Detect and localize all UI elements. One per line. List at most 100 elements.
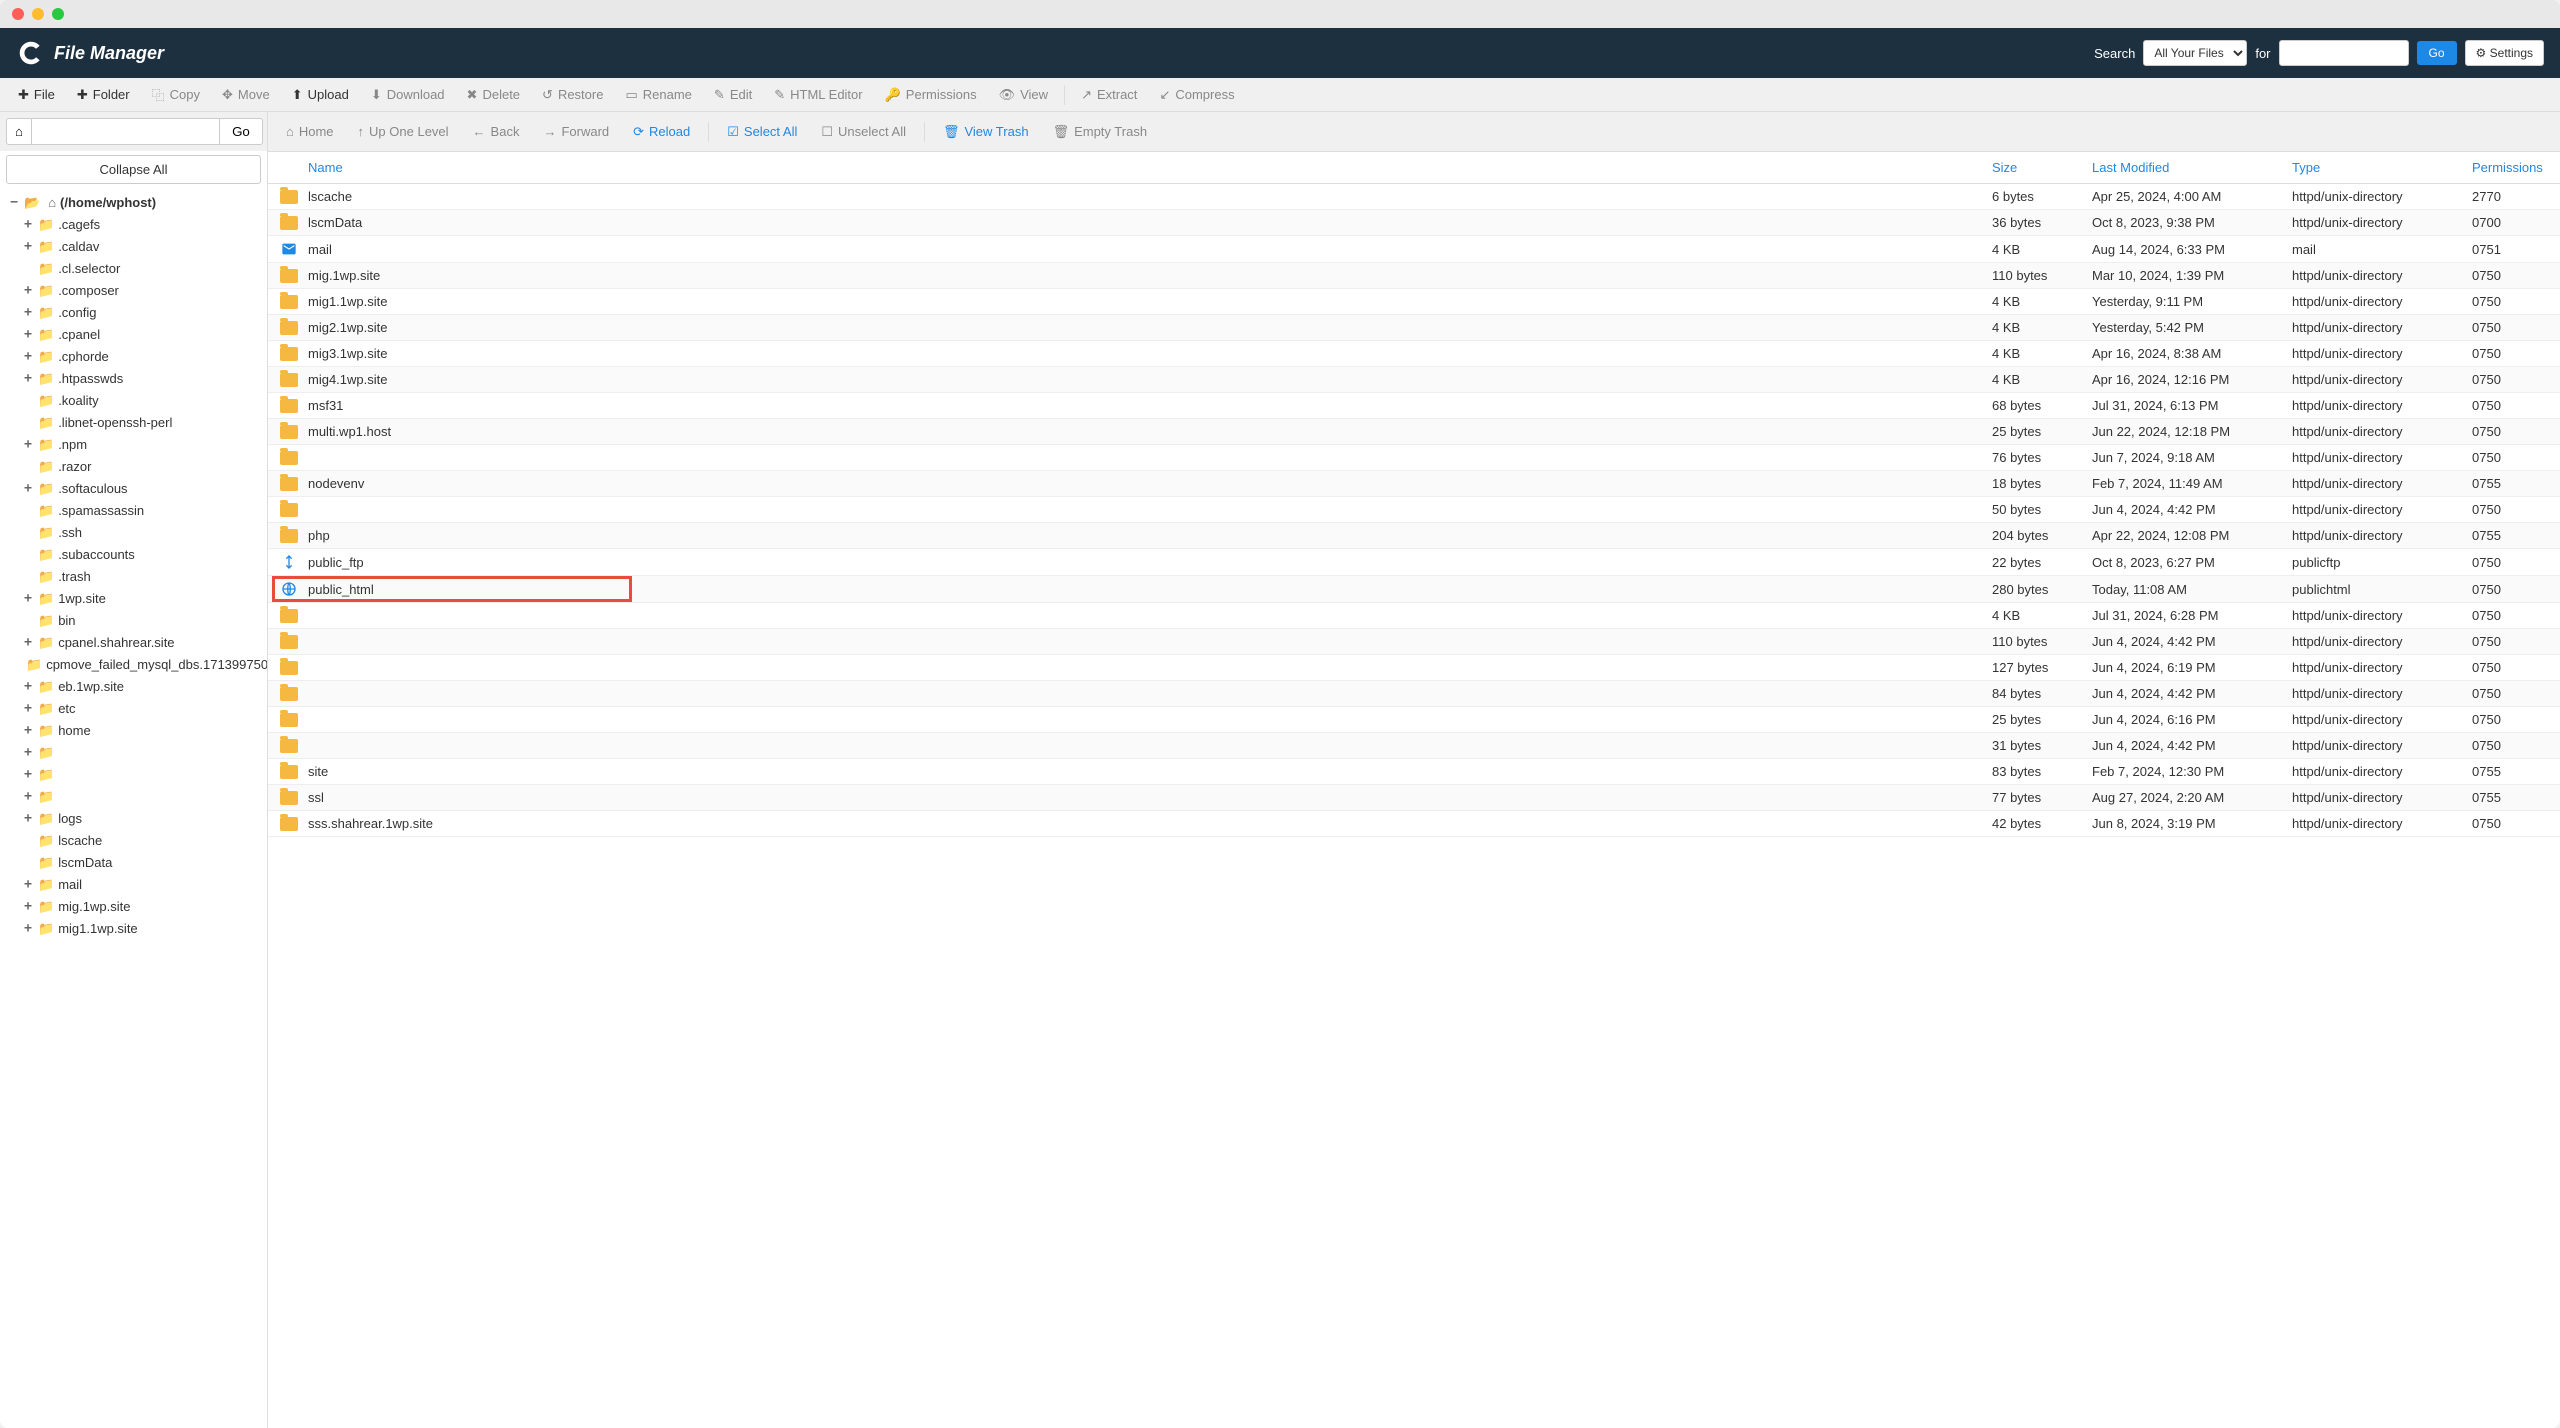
table-row[interactable]: ssl 77 bytes Aug 27, 2024, 2:20 AM httpd… bbox=[268, 785, 2560, 811]
column-size[interactable]: Size bbox=[1980, 152, 2080, 184]
tree-item[interactable]: +📁eb.1wp.site bbox=[4, 676, 263, 698]
table-row[interactable]: mig3.1wp.site 4 KB Apr 16, 2024, 8:38 AM… bbox=[268, 341, 2560, 367]
tree-item[interactable]: +📁mail bbox=[4, 874, 263, 896]
search-input[interactable] bbox=[2279, 40, 2409, 66]
expand-toggle[interactable]: − bbox=[8, 194, 20, 212]
select-all-button[interactable]: ☑Select All bbox=[717, 119, 807, 145]
tree-item[interactable]: +📁 bbox=[4, 742, 263, 764]
expand-toggle[interactable]: + bbox=[22, 876, 34, 894]
tree-item[interactable]: +📁.composer bbox=[4, 280, 263, 302]
expand-toggle[interactable]: + bbox=[22, 304, 34, 322]
search-go-button[interactable]: Go bbox=[2417, 41, 2457, 65]
tree-item[interactable]: 📁cpmove_failed_mysql_dbs.1713997507 bbox=[4, 654, 263, 676]
permissions-button[interactable]: 🔑Permissions bbox=[875, 82, 987, 108]
tree-item[interactable]: 📁.cl.selector bbox=[4, 258, 263, 280]
table-row[interactable]: site 83 bytes Feb 7, 2024, 12:30 PM http… bbox=[268, 759, 2560, 785]
tree-item[interactable]: +📁.cagefs bbox=[4, 214, 263, 236]
expand-toggle[interactable]: + bbox=[22, 326, 34, 344]
table-row[interactable]: mig2.1wp.site 4 KB Yesterday, 5:42 PM ht… bbox=[268, 315, 2560, 341]
view-button[interactable]: 👁View bbox=[989, 82, 1058, 108]
tree-item[interactable]: +📁 bbox=[4, 764, 263, 786]
tree-item[interactable]: +📁etc bbox=[4, 698, 263, 720]
table-row[interactable]: lscmData 36 bytes Oct 8, 2023, 9:38 PM h… bbox=[268, 210, 2560, 236]
nav-home-button[interactable]: ⌂Home bbox=[276, 119, 344, 144]
tree-item[interactable]: +📁logs bbox=[4, 808, 263, 830]
expand-toggle[interactable]: + bbox=[22, 348, 34, 366]
expand-toggle[interactable]: + bbox=[22, 920, 34, 938]
collapse-all-button[interactable]: Collapse All bbox=[6, 155, 261, 184]
tree-item[interactable]: 📁.ssh bbox=[4, 522, 263, 544]
column-type[interactable]: Type bbox=[2280, 152, 2460, 184]
expand-toggle[interactable]: + bbox=[22, 590, 34, 608]
tree-item[interactable]: 📁bin bbox=[4, 610, 263, 632]
search-scope-select[interactable]: All Your Files bbox=[2143, 40, 2247, 66]
expand-toggle[interactable]: + bbox=[22, 678, 34, 696]
table-row[interactable]: sss.shahrear.1wp.site 42 bytes Jun 8, 20… bbox=[268, 811, 2560, 837]
table-row[interactable]: 50 bytes Jun 4, 2024, 4:42 PM httpd/unix… bbox=[268, 497, 2560, 523]
tree-item[interactable]: 📁lscache bbox=[4, 830, 263, 852]
tree-item[interactable]: 📁.trash bbox=[4, 566, 263, 588]
expand-toggle[interactable]: + bbox=[22, 744, 34, 762]
tree-item[interactable]: +📁home bbox=[4, 720, 263, 742]
expand-toggle[interactable]: + bbox=[22, 634, 34, 652]
table-row[interactable]: 127 bytes Jun 4, 2024, 6:19 PM httpd/uni… bbox=[268, 655, 2560, 681]
reload-button[interactable]: ⟳Reload bbox=[623, 119, 700, 145]
rename-button[interactable]: ▭Rename bbox=[615, 82, 701, 108]
move-button[interactable]: ✥Move bbox=[212, 82, 280, 108]
table-row[interactable]: 84 bytes Jun 4, 2024, 4:42 PM httpd/unix… bbox=[268, 681, 2560, 707]
tree-item[interactable]: 📁lscmData bbox=[4, 852, 263, 874]
unselect-all-button[interactable]: ☐Unselect All bbox=[811, 119, 916, 145]
expand-toggle[interactable]: + bbox=[22, 810, 34, 828]
edit-button[interactable]: ✎Edit bbox=[704, 82, 762, 108]
nav-back-button[interactable]: ←Back bbox=[463, 119, 530, 144]
table-row[interactable]: msf31 68 bytes Jul 31, 2024, 6:13 PM htt… bbox=[268, 393, 2560, 419]
tree-item[interactable]: 📁.libnet-openssh-perl bbox=[4, 412, 263, 434]
tree-item[interactable]: +📁.softaculous bbox=[4, 478, 263, 500]
copy-button[interactable]: ⿻Copy bbox=[142, 80, 210, 109]
table-row[interactable]: multi.wp1.host 25 bytes Jun 22, 2024, 12… bbox=[268, 419, 2560, 445]
tree-item[interactable]: +📁.config bbox=[4, 302, 263, 324]
download-button[interactable]: ⬇Download bbox=[361, 82, 455, 108]
tree-item[interactable]: +📁.cphorde bbox=[4, 346, 263, 368]
table-row[interactable]: 4 KB Jul 31, 2024, 6:28 PM httpd/unix-di… bbox=[268, 603, 2560, 629]
home-button[interactable]: ⌂ bbox=[6, 118, 32, 145]
tree-item[interactable]: 📁.subaccounts bbox=[4, 544, 263, 566]
tree-item[interactable]: 📁.razor bbox=[4, 456, 263, 478]
table-row[interactable]: 76 bytes Jun 7, 2024, 9:18 AM httpd/unix… bbox=[268, 445, 2560, 471]
tree-item[interactable]: +📁mig1.1wp.site bbox=[4, 918, 263, 940]
tree-item[interactable]: +📁.npm bbox=[4, 434, 263, 456]
expand-toggle[interactable]: + bbox=[22, 216, 34, 234]
table-row[interactable]: 31 bytes Jun 4, 2024, 4:42 PM httpd/unix… bbox=[268, 733, 2560, 759]
tree-item[interactable]: +📁mig.1wp.site bbox=[4, 896, 263, 918]
settings-button[interactable]: ⚙ Settings bbox=[2465, 40, 2544, 66]
expand-toggle[interactable]: + bbox=[22, 766, 34, 784]
table-row[interactable]: mig.1wp.site 110 bytes Mar 10, 2024, 1:3… bbox=[268, 263, 2560, 289]
column-name[interactable]: Name bbox=[268, 152, 1980, 184]
table-row[interactable]: 25 bytes Jun 4, 2024, 6:16 PM httpd/unix… bbox=[268, 707, 2560, 733]
table-row[interactable]: public_ftp 22 bytes Oct 8, 2023, 6:27 PM… bbox=[268, 549, 2560, 576]
restore-button[interactable]: ↺Restore bbox=[532, 82, 613, 108]
path-go-button[interactable]: Go bbox=[220, 118, 263, 145]
extract-button[interactable]: ↗Extract bbox=[1071, 82, 1147, 108]
table-row[interactable]: php 204 bytes Apr 22, 2024, 12:08 PM htt… bbox=[268, 523, 2560, 549]
view-trash-button[interactable]: 🗑View Trash bbox=[933, 119, 1039, 145]
expand-toggle[interactable]: + bbox=[22, 282, 34, 300]
folder-button[interactable]: ✚Folder bbox=[67, 82, 140, 108]
tree-item[interactable]: +📁.htpasswds bbox=[4, 368, 263, 390]
expand-toggle[interactable]: + bbox=[22, 700, 34, 718]
upload-button[interactable]: ⬆Upload bbox=[282, 82, 359, 108]
html-editor-button[interactable]: ✎HTML Editor bbox=[764, 82, 872, 108]
expand-toggle[interactable]: + bbox=[22, 436, 34, 454]
tree-item[interactable]: +📁1wp.site bbox=[4, 588, 263, 610]
table-row[interactable]: mig1.1wp.site 4 KB Yesterday, 9:11 PM ht… bbox=[268, 289, 2560, 315]
expand-toggle[interactable]: + bbox=[22, 788, 34, 806]
path-input[interactable] bbox=[32, 118, 220, 145]
expand-toggle[interactable]: + bbox=[22, 480, 34, 498]
tree-item[interactable]: +📁.caldav bbox=[4, 236, 263, 258]
table-row[interactable]: lscache 6 bytes Apr 25, 2024, 4:00 AM ht… bbox=[268, 184, 2560, 210]
column-permissions[interactable]: Permissions bbox=[2460, 152, 2560, 184]
table-row[interactable]: public_html 280 bytes Today, 11:08 AM pu… bbox=[268, 576, 2560, 603]
delete-button[interactable]: ✖Delete bbox=[457, 82, 530, 108]
nav-forward-button[interactable]: →Forward bbox=[533, 119, 619, 144]
close-window-button[interactable] bbox=[12, 8, 24, 20]
